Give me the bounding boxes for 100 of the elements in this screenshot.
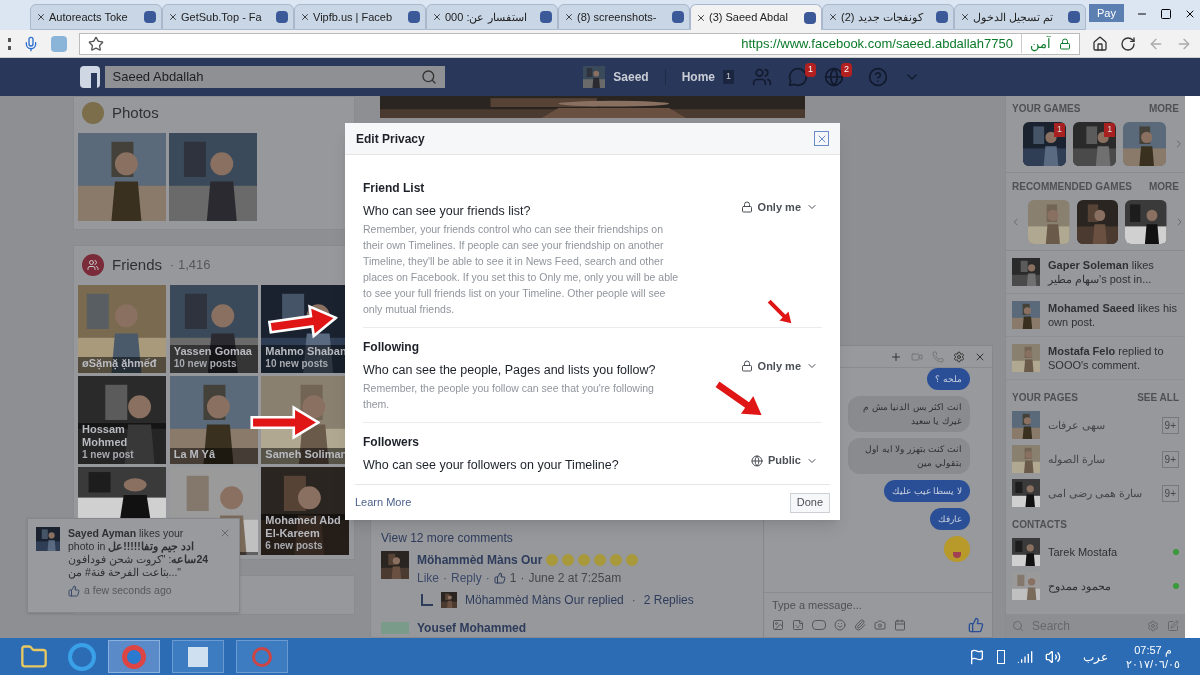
- settings-icon[interactable]: [1147, 620, 1159, 632]
- laughing-emoji-icon: [610, 554, 623, 566]
- search-icon[interactable]: [421, 69, 438, 85]
- phone-icon[interactable]: [932, 350, 944, 363]
- clock-date[interactable]: ٢٠١٧/٠٦/٠٥: [1125, 656, 1180, 671]
- close-icon[interactable]: [960, 12, 970, 22]
- contact-row[interactable]: Tarek Mostafa: [1006, 538, 1185, 566]
- audience-selector[interactable]: Only me: [740, 199, 818, 216]
- replied-link[interactable]: Möhammèd Màns Our replied: [465, 591, 624, 609]
- attachment-icon[interactable]: [854, 619, 866, 631]
- friends-title[interactable]: Friends: [112, 253, 163, 276]
- bookmark-star-icon[interactable]: [88, 35, 104, 52]
- add-icon[interactable]: [890, 350, 902, 363]
- lock-icon: [740, 201, 753, 214]
- home-icon[interactable]: [1092, 35, 1108, 52]
- search-bar[interactable]: Saeed Abdallah: [104, 66, 446, 88]
- replies-count-link[interactable]: 2 Replies: [643, 591, 694, 609]
- chat-message: انت كنت بتهزر ولا ايه اول بتقولي مين: [848, 438, 970, 474]
- separator: ·: [631, 592, 636, 609]
- sticker-icon[interactable]: [792, 619, 804, 631]
- photos-title[interactable]: Photos: [112, 102, 159, 125]
- commenter-name[interactable]: Möhammèd Màns Our: [417, 551, 543, 569]
- message-input[interactable]: Type a message...: [772, 596, 984, 613]
- view-more-comments-link[interactable]: View 12 more comments: [381, 529, 513, 547]
- notifications-icon[interactable]: [824, 67, 844, 87]
- language-indicator[interactable]: عرب: [1082, 647, 1108, 666]
- browser-tab[interactable]: (3) Saeed Abdal: [690, 4, 822, 30]
- profile-name[interactable]: Saeed: [613, 68, 649, 86]
- microphone-icon[interactable]: [23, 35, 39, 52]
- done-button[interactable]: Done: [789, 492, 830, 513]
- commenter-name[interactable]: Yousef Mohammed: [417, 619, 527, 637]
- page-name[interactable]: سارة الصوله: [1048, 450, 1154, 468]
- network-icon[interactable]: [1016, 648, 1033, 665]
- close-icon[interactable]: [36, 12, 46, 22]
- gif-icon[interactable]: [812, 620, 826, 630]
- maximize-icon[interactable]: [1160, 8, 1172, 20]
- audience-selector[interactable]: Public: [751, 452, 818, 469]
- clock-time[interactable]: 07:57 م: [1134, 642, 1172, 657]
- pay-button[interactable]: Pay: [1089, 4, 1124, 22]
- browser-tab[interactable]: Autoreacts Toke: [30, 4, 162, 30]
- friend-requests-icon[interactable]: [752, 67, 772, 87]
- more-link[interactable]: MORE: [1149, 101, 1179, 116]
- friend-name[interactable]: Mahmo Shaban: [265, 345, 348, 358]
- reload-icon[interactable]: [1120, 35, 1136, 52]
- browser-tab[interactable]: (8) screenshots-: [558, 4, 690, 30]
- browser-tab[interactable]: (2) كونفجات جديد: [822, 4, 954, 30]
- new-posts-count: 6 new posts: [265, 540, 324, 552]
- contact-name: Tarek Mostafa: [1048, 544, 1119, 560]
- close-icon[interactable]: [300, 12, 310, 22]
- menu-icon[interactable]: [8, 37, 11, 50]
- photo-icon[interactable]: [772, 619, 784, 631]
- activity-text[interactable]: Mohamed Saeed likes his own post.: [1048, 301, 1179, 329]
- like-link[interactable]: Like: [417, 569, 439, 587]
- browser-tab[interactable]: تم تسجيل الدخول: [954, 4, 1086, 30]
- contact-row[interactable]: محمود ممدوح: [1006, 572, 1185, 600]
- settings-icon[interactable]: [953, 350, 965, 363]
- facebook-logo[interactable]: [80, 66, 100, 88]
- friend-name[interactable]: Hossam Mohmed: [82, 423, 164, 449]
- page-name[interactable]: سهى عرفات: [1048, 416, 1154, 434]
- more-link[interactable]: MORE: [1149, 179, 1179, 194]
- browser-tab[interactable]: استفسار عن: 000: [426, 4, 558, 30]
- friend-name[interactable]: Mohamed Abd El-Kareem: [265, 514, 348, 540]
- close-icon[interactable]: [432, 12, 442, 22]
- friend-name[interactable]: Yassen Gomaa: [173, 345, 256, 358]
- close-icon[interactable]: [828, 12, 838, 22]
- app-taskbar-button[interactable]: [172, 640, 224, 673]
- globe-icon: [751, 454, 763, 467]
- close-icon[interactable]: [696, 12, 706, 23]
- audience-selector[interactable]: Only me: [740, 357, 818, 374]
- section-question: Who can see your followers on your Timeline?: [363, 456, 620, 474]
- close-icon[interactable]: [1184, 8, 1196, 20]
- scrollbar[interactable]: [1185, 96, 1200, 638]
- activity-text[interactable]: Mostafa Felo replied to SOOO's comment.: [1048, 344, 1179, 372]
- emoji-icon[interactable]: [834, 619, 846, 631]
- camera-icon[interactable]: [874, 619, 886, 631]
- close-button[interactable]: [814, 131, 829, 147]
- home-link[interactable]: Home: [681, 68, 715, 86]
- browser-tab[interactable]: GetSub.Top - Fa: [162, 4, 294, 30]
- learn-more-link[interactable]: Learn More: [355, 494, 412, 511]
- see-all-link[interactable]: SEE ALL: [1137, 390, 1179, 405]
- chat-message: انت اكثر بس الدنيا مش م غيرك يا سعيد: [848, 396, 970, 432]
- close-icon[interactable]: [168, 12, 178, 22]
- like-icon[interactable]: [968, 617, 984, 633]
- app-taskbar-button[interactable]: [236, 640, 288, 673]
- battery-icon[interactable]: [996, 649, 1005, 664]
- file-explorer-icon[interactable]: [20, 642, 48, 671]
- flag-icon[interactable]: [968, 648, 985, 665]
- page-name[interactable]: سارة همى رضى امى: [1048, 484, 1154, 502]
- close-icon[interactable]: [564, 12, 574, 22]
- photos-icon: [82, 102, 104, 125]
- chrome-taskbar-button[interactable]: [108, 640, 160, 673]
- volume-icon[interactable]: [1044, 648, 1061, 665]
- browser-tab[interactable]: Vipfb.us | Faceb: [294, 4, 426, 30]
- secure-label: آمن: [1021, 33, 1051, 54]
- reply-link[interactable]: Reply: [451, 569, 482, 587]
- help-icon[interactable]: [868, 67, 888, 87]
- calendar-icon[interactable]: [894, 619, 906, 631]
- comment-time[interactable]: June 2 at 7:25am: [528, 569, 622, 587]
- messages-icon[interactable]: [788, 67, 808, 87]
- compose-icon[interactable]: [1167, 620, 1179, 632]
